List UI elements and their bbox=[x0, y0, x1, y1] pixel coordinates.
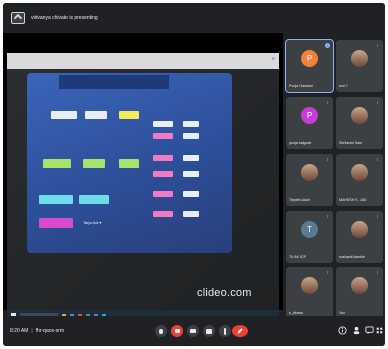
shared-screen: ✕ Tarja Adi ▾ clideo.com bbox=[7, 53, 279, 321]
board-tile bbox=[183, 191, 199, 197]
participant-name: MAHESH K. JAD bbox=[339, 198, 367, 202]
microphone-icon: ⁝ bbox=[326, 100, 329, 105]
people-icon[interactable] bbox=[352, 326, 361, 335]
captions-icon bbox=[190, 329, 196, 333]
microphone-icon: ⁝ bbox=[376, 43, 379, 48]
presenting-banner: vidvanya chivate is presenting bbox=[3, 3, 385, 33]
hang-up-icon bbox=[237, 328, 243, 334]
avatar bbox=[301, 164, 318, 181]
participant-tile[interactable]: ⁝ T TILAK ICP bbox=[286, 211, 333, 263]
board-tile bbox=[119, 111, 139, 119]
participant-name: smi ? bbox=[339, 84, 348, 88]
microphone-icon: ⁝ bbox=[326, 214, 329, 219]
participant-tile[interactable]: ⁝ Tripathi Aduri bbox=[286, 154, 333, 206]
avatar bbox=[351, 164, 368, 181]
board-tile bbox=[153, 211, 173, 217]
microphone-icon: ⁝ bbox=[326, 270, 329, 275]
participant-name: s_idhara bbox=[289, 311, 303, 315]
participant-name: You bbox=[339, 311, 346, 315]
board-tile bbox=[43, 159, 71, 168]
present-now-button[interactable] bbox=[203, 325, 215, 337]
avatar bbox=[351, 107, 368, 124]
shared-window-titlebar: ✕ bbox=[7, 53, 279, 69]
participant-tile[interactable]: ⁝ Shrilaxmi Sam bbox=[336, 97, 383, 149]
presenting-screen-icon bbox=[11, 12, 25, 24]
board-tile bbox=[39, 218, 73, 228]
captions-button[interactable] bbox=[187, 325, 199, 337]
board-tile bbox=[183, 121, 199, 127]
avatar bbox=[301, 277, 318, 294]
meeting-code: fhr-qaox-srm bbox=[35, 328, 65, 334]
board-toolbar bbox=[59, 75, 169, 89]
clock: 8:20 AM bbox=[10, 328, 29, 334]
participant-name: Shrilaxmi Sam bbox=[339, 141, 363, 145]
participant-tile[interactable]: ⁝ s_idhara bbox=[286, 267, 333, 319]
close-icon: ✕ bbox=[271, 56, 275, 61]
board-tile bbox=[183, 133, 199, 139]
avatar: P bbox=[301, 107, 318, 124]
microphone-icon: ⁝ bbox=[325, 43, 330, 48]
watermark: clideo.com bbox=[197, 287, 252, 299]
shared-screen-stage[interactable]: ✕ Tarja Adi ▾ clideo.com bbox=[3, 33, 283, 321]
participant-name: pooja salgude bbox=[289, 141, 312, 145]
board-tile bbox=[153, 171, 173, 177]
participant-tile[interactable]: ⁝ You bbox=[336, 267, 383, 319]
smart-board: Tarja Adi ▾ bbox=[27, 73, 232, 253]
participant-tile[interactable]: ⁝ MAHESH K. JAD bbox=[336, 154, 383, 206]
board-tile bbox=[153, 191, 173, 197]
activities-icon[interactable] bbox=[376, 326, 383, 335]
hang-up-button[interactable] bbox=[232, 325, 248, 337]
participant-name: Tripathi Aduri bbox=[289, 198, 311, 202]
present-now-icon bbox=[206, 328, 212, 334]
participant-name: TILAK ICP bbox=[289, 255, 306, 259]
camera-off-icon bbox=[174, 329, 180, 333]
participant-name: sushanti kamble bbox=[339, 255, 365, 259]
board-tile bbox=[85, 111, 107, 119]
presenting-label: vidvanya chivate is presenting bbox=[31, 15, 98, 21]
participant-tile[interactable]: ⁝ sushanti kamble bbox=[336, 211, 383, 263]
board-tile bbox=[51, 111, 77, 119]
shared-photo: Tarja Adi ▾ clideo.com bbox=[7, 69, 279, 310]
meet-window: vidvanya chivate is presenting ✕ Tarja A… bbox=[3, 3, 385, 346]
board-tile bbox=[183, 155, 199, 161]
more-options-icon bbox=[224, 327, 226, 335]
board-tile bbox=[153, 155, 173, 161]
microphone-icon: ⁝ bbox=[376, 270, 379, 275]
board-tile bbox=[183, 171, 199, 177]
board-tile bbox=[153, 133, 173, 139]
participant-tile[interactable]: ⁝ smi ? bbox=[336, 40, 383, 92]
microphone-icon: ⁝ bbox=[376, 157, 379, 162]
participant-tile[interactable]: ⁝ P Pooja Gawand bbox=[285, 39, 334, 93]
more-options-button[interactable] bbox=[219, 325, 231, 337]
chat-icon[interactable] bbox=[365, 326, 374, 335]
board-caption: Tarja Adi ▾ bbox=[83, 220, 102, 225]
board-tile bbox=[153, 121, 173, 127]
mic-button[interactable] bbox=[155, 325, 167, 337]
avatar bbox=[351, 277, 368, 294]
microphone-icon: ⁝ bbox=[376, 214, 379, 219]
avatar: P bbox=[301, 50, 318, 67]
camera-button[interactable] bbox=[171, 325, 183, 337]
board-tile bbox=[39, 195, 73, 204]
microphone-icon: ⁝ bbox=[376, 100, 379, 105]
participant-tile[interactable]: ⁝ Ppooja salgude bbox=[286, 97, 333, 149]
board-tile bbox=[183, 211, 199, 217]
avatar: T bbox=[301, 221, 318, 238]
board-tile bbox=[119, 159, 139, 168]
separator: | bbox=[31, 328, 33, 334]
bottom-control-bar: 8:20 AM | fhr-qaox-srm bbox=[3, 316, 385, 346]
info-icon[interactable] bbox=[338, 326, 347, 335]
board-tile bbox=[79, 195, 109, 204]
avatar bbox=[351, 50, 368, 67]
participant-name: Pooja Gawand bbox=[289, 84, 313, 88]
avatar bbox=[351, 221, 368, 238]
microphone-icon bbox=[159, 328, 163, 334]
microphone-icon: ⁝ bbox=[326, 157, 329, 162]
board-tile bbox=[83, 159, 105, 168]
